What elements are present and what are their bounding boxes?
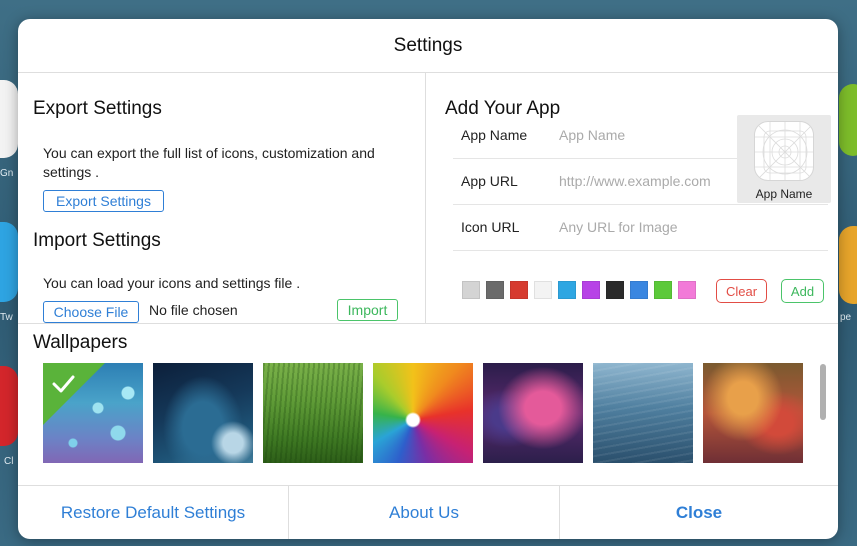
restore-default-button[interactable]: Restore Default Settings xyxy=(18,486,289,539)
export-settings-button[interactable]: Export Settings xyxy=(43,190,164,212)
export-description: You can export the full list of icons, c… xyxy=(43,145,375,180)
wallpaper-thumb-dark-blue-sky[interactable] xyxy=(153,363,253,463)
about-us-button[interactable]: About Us xyxy=(289,486,560,539)
background-app-icon xyxy=(0,80,18,158)
wallpaper-thumb-colorful-flower[interactable] xyxy=(373,363,473,463)
wallpaper-thumb-red-orange-blur[interactable] xyxy=(703,363,803,463)
background-app-label: Gn xyxy=(0,168,14,179)
wallpapers-section: Wallpapers xyxy=(18,323,838,486)
background-app-icon xyxy=(839,84,857,156)
export-import-panel: Export Settings You can export the full … xyxy=(18,73,426,323)
import-heading: Import Settings xyxy=(33,230,161,251)
import-button[interactable]: Import xyxy=(337,299,398,321)
placeholder-app-icon xyxy=(754,121,814,181)
background-app-icon xyxy=(0,366,18,446)
export-heading: Export Settings xyxy=(33,98,162,119)
wallpaper-thumb-green-grass[interactable] xyxy=(263,363,363,463)
choose-file-button[interactable]: Choose File xyxy=(43,301,139,323)
color-swatch[interactable] xyxy=(462,281,480,299)
app-name-label: App Name xyxy=(461,127,528,143)
app-url-input[interactable] xyxy=(559,173,749,189)
background-app-label: Tw xyxy=(0,312,13,323)
app-icon-preview: App Name xyxy=(737,115,831,203)
background-app-icon xyxy=(0,222,18,302)
wallpapers-scrollbar[interactable] xyxy=(820,364,826,420)
color-swatch[interactable] xyxy=(558,281,576,299)
background-app-label: pe xyxy=(840,312,852,323)
color-swatch[interactable] xyxy=(510,281,528,299)
wallpaper-thumb-blue-bokeh[interactable] xyxy=(43,363,143,463)
dialog-footer: Restore Default Settings About Us Close xyxy=(18,485,838,539)
selected-check-icon xyxy=(43,363,105,425)
color-swatch[interactable] xyxy=(654,281,672,299)
app-name-input[interactable] xyxy=(559,127,749,143)
import-description: You can load your icons and settings fil… xyxy=(43,275,301,291)
icon-url-input[interactable] xyxy=(559,219,819,235)
icon-url-label: Icon URL xyxy=(461,219,520,235)
background-app-icon xyxy=(839,226,857,304)
app-url-label: App URL xyxy=(461,173,518,189)
wallpaper-thumb-blue-water[interactable] xyxy=(593,363,693,463)
wallpapers-heading: Wallpapers xyxy=(33,332,128,353)
add-button[interactable]: Add xyxy=(781,279,824,303)
add-app-panel: Add Your App App Name App URL Icon URL xyxy=(426,73,838,323)
color-swatch[interactable] xyxy=(534,281,552,299)
dialog-title: Settings xyxy=(18,19,838,73)
color-swatch[interactable] xyxy=(486,281,504,299)
preview-app-name: App Name xyxy=(755,187,813,201)
color-swatch[interactable] xyxy=(678,281,696,299)
background-app-label: Cl xyxy=(4,456,14,467)
wallpaper-thumb-purple-pink-blur[interactable] xyxy=(483,363,583,463)
color-swatch[interactable] xyxy=(606,281,624,299)
file-status: No file chosen xyxy=(149,302,238,318)
icon-url-row: Icon URL xyxy=(453,204,828,251)
color-swatch[interactable] xyxy=(630,281,648,299)
settings-dialog: Settings Export Settings You can export … xyxy=(18,19,838,539)
clear-button[interactable]: Clear xyxy=(716,279,767,303)
color-swatch[interactable] xyxy=(582,281,600,299)
close-button[interactable]: Close xyxy=(560,486,838,539)
